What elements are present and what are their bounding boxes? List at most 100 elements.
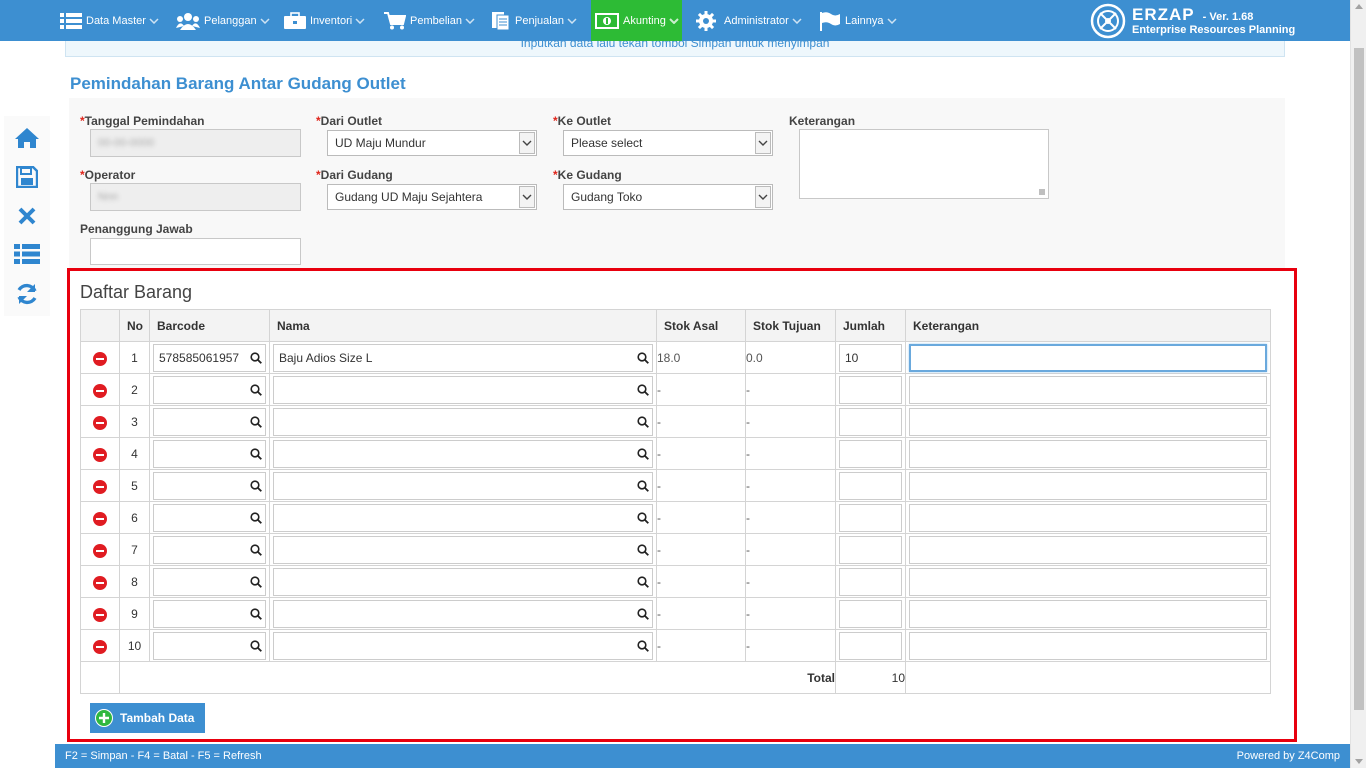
- nama-input[interactable]: [273, 631, 653, 660]
- search-icon[interactable]: [250, 639, 262, 655]
- barcode-input[interactable]: [153, 631, 266, 660]
- search-icon[interactable]: [637, 575, 649, 591]
- tambah-data-button[interactable]: Tambah Data: [90, 703, 205, 733]
- jumlah-input[interactable]: 10: [839, 343, 902, 372]
- keterangan-input[interactable]: [909, 599, 1267, 628]
- ke-outlet-select[interactable]: Please select: [563, 130, 773, 156]
- search-icon[interactable]: [637, 383, 649, 399]
- barcode-input[interactable]: [153, 439, 266, 468]
- nama-input[interactable]: [273, 599, 653, 628]
- dari-gudang-select[interactable]: Gudang UD Maju Sejahtera: [327, 184, 537, 210]
- nama-input[interactable]: [273, 439, 653, 468]
- barcode-input[interactable]: [153, 535, 266, 564]
- jumlah-input[interactable]: [839, 631, 902, 660]
- delete-row-icon[interactable]: [93, 352, 107, 366]
- search-icon[interactable]: [637, 543, 649, 559]
- delete-row-icon[interactable]: [93, 512, 107, 526]
- nav-akunting[interactable]: Akunting: [591, 0, 682, 41]
- search-icon[interactable]: [250, 383, 262, 399]
- resize-handle-icon[interactable]: [1039, 189, 1045, 195]
- search-icon[interactable]: [637, 639, 649, 655]
- delete-row-icon[interactable]: [93, 384, 107, 398]
- keterangan-input[interactable]: [909, 375, 1267, 404]
- search-icon[interactable]: [637, 447, 649, 463]
- nama-input[interactable]: [273, 471, 653, 500]
- search-icon[interactable]: [250, 543, 262, 559]
- scroll-thumb[interactable]: [1354, 48, 1364, 710]
- nama-input[interactable]: [273, 535, 653, 564]
- barcode-input[interactable]: [153, 375, 266, 404]
- nama-input[interactable]: Baju Adios Size L: [273, 343, 653, 372]
- barcode-input[interactable]: [153, 407, 266, 436]
- keterangan-cell: [905, 469, 1271, 502]
- home-button[interactable]: [13, 124, 41, 152]
- delete-row-icon[interactable]: [93, 416, 107, 430]
- delete-row-icon[interactable]: [93, 640, 107, 654]
- jumlah-input[interactable]: [839, 407, 902, 436]
- ke-gudang-value: Gudang Toko: [571, 190, 643, 204]
- nama-input[interactable]: [273, 407, 653, 436]
- save-button[interactable]: [13, 163, 41, 191]
- delete-row-icon[interactable]: [93, 576, 107, 590]
- keterangan-input[interactable]: [909, 503, 1267, 532]
- nav-pelanggan[interactable]: Pelanggan: [176, 0, 270, 41]
- jumlah-input[interactable]: [839, 567, 902, 596]
- search-icon[interactable]: [250, 351, 262, 367]
- dari-outlet-select[interactable]: UD Maju Mundur: [327, 130, 537, 156]
- scroll-down-icon[interactable]: [1355, 759, 1363, 764]
- search-icon[interactable]: [637, 607, 649, 623]
- barcode-input[interactable]: [153, 567, 266, 596]
- jumlah-input[interactable]: [839, 375, 902, 404]
- nav-inventori[interactable]: Inventori: [284, 0, 365, 41]
- keterangan-input[interactable]: [909, 471, 1267, 500]
- ke-gudang-select[interactable]: Gudang Toko: [563, 184, 773, 210]
- jumlah-input[interactable]: [839, 599, 902, 628]
- nav-pembelian[interactable]: Pembelian: [384, 0, 475, 41]
- delete-row-icon[interactable]: [93, 448, 107, 462]
- keterangan-input[interactable]: [909, 407, 1267, 436]
- search-icon[interactable]: [637, 415, 649, 431]
- refresh-button[interactable]: [13, 280, 41, 308]
- penanggung-field[interactable]: [90, 238, 301, 265]
- search-icon[interactable]: [637, 511, 649, 527]
- search-icon[interactable]: [250, 511, 262, 527]
- nav-lainnya[interactable]: Lainnya: [819, 0, 897, 41]
- search-icon[interactable]: [637, 479, 649, 495]
- delete-row-icon[interactable]: [93, 480, 107, 494]
- search-icon[interactable]: [250, 607, 262, 623]
- keterangan-input[interactable]: [909, 631, 1267, 660]
- search-icon[interactable]: [637, 351, 649, 367]
- keterangan-input[interactable]: [909, 567, 1267, 596]
- vertical-scrollbar[interactable]: [1350, 0, 1366, 768]
- list-button[interactable]: [13, 240, 41, 268]
- search-icon[interactable]: [250, 575, 262, 591]
- nav-administrator[interactable]: Administrator: [696, 0, 802, 41]
- barcode-input[interactable]: [153, 471, 266, 500]
- search-icon[interactable]: [250, 447, 262, 463]
- nama-input[interactable]: [273, 503, 653, 532]
- barcode-input[interactable]: [153, 599, 266, 628]
- cancel-button[interactable]: [13, 202, 41, 230]
- jumlah-input[interactable]: [839, 471, 902, 500]
- nav-data-master[interactable]: Data Master: [60, 0, 159, 41]
- barcode-cell: [149, 597, 270, 630]
- barcode-input[interactable]: 578585061957: [153, 343, 266, 372]
- search-icon[interactable]: [250, 415, 262, 431]
- jumlah-input[interactable]: [839, 535, 902, 564]
- nama-input[interactable]: [273, 375, 653, 404]
- delete-row-icon[interactable]: [93, 544, 107, 558]
- jumlah-input[interactable]: [839, 439, 902, 468]
- jumlah-input[interactable]: [839, 503, 902, 532]
- delete-row-icon[interactable]: [93, 608, 107, 622]
- barcode-input[interactable]: [153, 503, 266, 532]
- search-icon[interactable]: [250, 479, 262, 495]
- scroll-up-icon[interactable]: [1355, 4, 1363, 9]
- keterangan-input[interactable]: [909, 535, 1267, 564]
- keterangan-textarea[interactable]: [799, 129, 1049, 199]
- keterangan-input[interactable]: [909, 343, 1267, 372]
- nama-input[interactable]: [273, 567, 653, 596]
- keterangan-input[interactable]: [909, 439, 1267, 468]
- nav-penjualan[interactable]: Penjualan: [491, 0, 577, 41]
- barcode-cell: [149, 373, 270, 406]
- delete-cell: [80, 565, 120, 598]
